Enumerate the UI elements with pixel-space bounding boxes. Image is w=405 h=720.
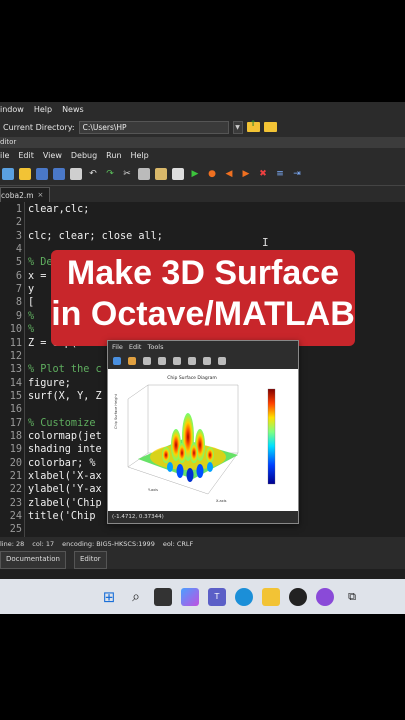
current-directory-input[interactable]: C:\Users\HP (78, 120, 229, 134)
directory-bar: Current Directory: C:\Users\HP ▼ (0, 117, 405, 137)
pan-icon[interactable] (113, 357, 121, 365)
tab-coba2[interactable]: coba2.m × (0, 187, 51, 203)
previous-breakpoint-icon[interactable]: ◀ (223, 168, 235, 180)
step-in-icon[interactable]: ⇥ (291, 168, 303, 180)
current-directory-label: Current Directory: (3, 122, 75, 132)
next-breakpoint-icon[interactable]: ▶ (240, 168, 252, 180)
colorbar (267, 388, 276, 485)
banner-line-1: Make 3D Surface (66, 254, 340, 292)
y-axis-label: Y-axis (148, 488, 158, 492)
zoom-out-icon[interactable] (158, 357, 166, 365)
figure-menu-edit[interactable]: Edit (129, 343, 142, 351)
editor-menubar: ile Edit View Debug Run Help (0, 148, 405, 162)
screen: indow Help News Current Directory: C:\Us… (0, 0, 405, 720)
search-icon[interactable]: ⌕ (127, 588, 145, 606)
menu-file[interactable]: ile (0, 151, 9, 160)
status-bar: line: 28 col: 17 encoding: BIG5-HKSCS:19… (0, 537, 405, 551)
chevron-down-icon[interactable]: ▼ (232, 120, 243, 134)
status-line: line: 28 (0, 540, 25, 548)
menu-editor-help[interactable]: Help (131, 151, 149, 160)
windows-start-icon[interactable]: ⊞ (100, 588, 118, 606)
print-icon[interactable] (70, 167, 82, 180)
figure-menu-tools[interactable]: Tools (147, 343, 163, 351)
editor-panel-title: ditor (0, 137, 405, 148)
menu-view[interactable]: View (43, 151, 62, 160)
autoscale-icon[interactable] (218, 357, 226, 365)
grid-toggle-icon[interactable] (203, 357, 211, 365)
rotate-icon[interactable] (128, 357, 136, 365)
menu-run[interactable]: Run (106, 151, 121, 160)
paste-icon[interactable] (155, 167, 167, 180)
figure-coordinates: (-1.4712, 0.37344) (108, 511, 298, 523)
editor-tabs: coba2.m × (0, 186, 405, 202)
copy-icon[interactable] (138, 167, 150, 180)
main-menubar: indow Help News (0, 102, 405, 117)
open-folder-icon[interactable] (19, 167, 31, 180)
tab-documentation[interactable]: Documentation (0, 551, 66, 569)
surface-plot: Chip Surface Diagram Chip Surface Height… (114, 375, 276, 503)
undo-icon[interactable]: ↶ (87, 168, 99, 180)
step-icon[interactable]: ≡ (274, 168, 286, 180)
text-cursor-icon: I (262, 236, 269, 249)
menu-window[interactable]: indow (0, 105, 24, 114)
capcut-icon[interactable]: ⧉ (343, 588, 361, 606)
close-icon[interactable]: × (38, 188, 44, 203)
clear-breakpoints-icon[interactable]: ✖ (257, 168, 269, 180)
find-icon[interactable] (172, 167, 184, 180)
plot-title: Chip Surface Diagram (167, 375, 216, 381)
editor-toolbar: ↶ ↷ ✂ ▶ ● ◀ ▶ ✖ ≡ ⇥ (0, 162, 405, 186)
run-icon[interactable]: ▶ (189, 168, 201, 180)
status-eol: eol: CRLF (162, 540, 194, 548)
copilot-icon[interactable] (181, 587, 199, 606)
figure-window[interactable]: File Edit Tools Chip Surface Diagram Chi… (107, 340, 299, 524)
save-as-icon[interactable] (53, 167, 65, 180)
redo-icon[interactable]: ↷ (104, 168, 116, 180)
banner-title: Make 3D Surface in Octave/MATLAB (51, 253, 355, 335)
octave-icon[interactable] (289, 587, 307, 606)
windows-taskbar: ⊞ ⌕ T ⧉ (0, 579, 405, 614)
zoom-in-icon[interactable] (143, 357, 151, 365)
cut-icon[interactable]: ✂ (121, 168, 133, 180)
figure-toolbar (108, 353, 298, 369)
status-encoding: encoding: BIG5-HKSCS:1999 (62, 540, 155, 548)
menu-edit[interactable]: Edit (18, 151, 34, 160)
zoom-reset-icon[interactable] (173, 357, 181, 365)
save-icon[interactable] (36, 167, 48, 180)
folder-up-icon[interactable] (246, 119, 260, 132)
menu-help[interactable]: Help (34, 105, 52, 114)
canva-icon[interactable] (316, 587, 334, 606)
breakpoint-icon[interactable]: ● (206, 168, 218, 180)
menu-debug[interactable]: Debug (71, 151, 97, 160)
tab-editor[interactable]: Editor (73, 551, 107, 569)
browse-folder-icon[interactable] (263, 122, 277, 132)
status-col: col: 17 (32, 540, 55, 548)
new-file-icon[interactable] (2, 167, 14, 180)
menu-news[interactable]: News (62, 105, 84, 114)
z-axis-label: Chip Surface Height (114, 393, 118, 429)
file-explorer-icon[interactable] (262, 587, 280, 606)
tab-label: coba2.m (1, 190, 34, 200)
banner-line-2: in Octave/MATLAB (51, 295, 355, 333)
text-tool-icon[interactable] (188, 357, 196, 365)
x-axis-label: X-axis (216, 499, 227, 503)
bottom-tabs: Documentation Editor (0, 551, 405, 569)
figure-menu-file[interactable]: File (112, 343, 123, 351)
edge-icon[interactable] (235, 587, 253, 606)
task-view-icon[interactable] (154, 587, 172, 606)
teams-icon[interactable]: T (208, 587, 226, 606)
figure-menubar: File Edit Tools (108, 341, 298, 353)
